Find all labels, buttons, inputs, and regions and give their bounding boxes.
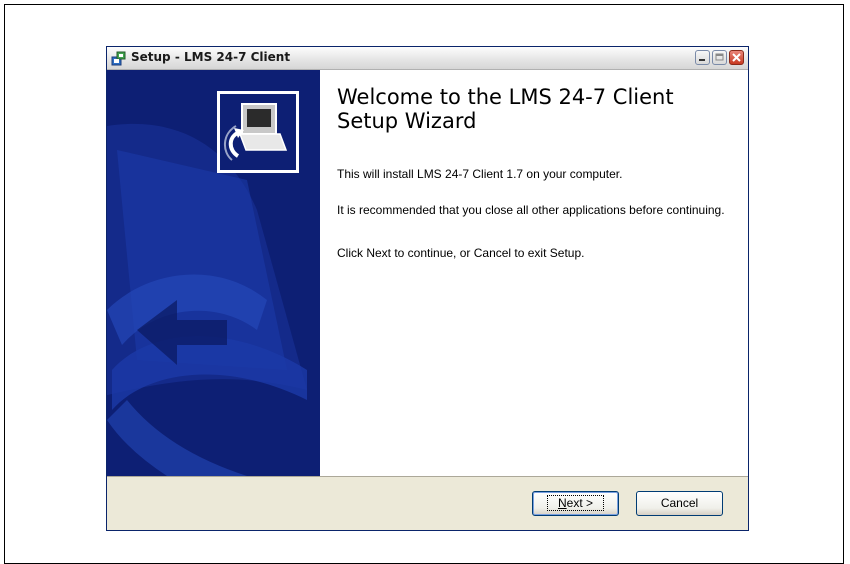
welcome-heading: Welcome to the LMS 24-7 Client Setup Wiz… xyxy=(337,85,674,133)
computer-install-icon xyxy=(217,91,299,173)
next-button[interactable]: Next > xyxy=(532,491,619,516)
window-title: Setup - LMS 24-7 Client xyxy=(131,50,291,64)
setup-wizard-window: Setup - LMS 24-7 Client Welcome to the L… xyxy=(106,46,749,531)
close-button[interactable] xyxy=(729,50,744,65)
minimize-button[interactable] xyxy=(695,50,710,65)
wizard-sidebar-image xyxy=(107,70,320,476)
install-description: This will install LMS 24-7 Client 1.7 on… xyxy=(337,167,623,181)
wizard-content-panel: Welcome to the LMS 24-7 Client Setup Wiz… xyxy=(320,70,748,476)
next-button-label: Next > xyxy=(546,495,605,511)
title-bar[interactable]: Setup - LMS 24-7 Client xyxy=(107,47,748,70)
wizard-button-bar: Next > Cancel xyxy=(107,476,748,531)
setup-installer-icon xyxy=(111,50,127,66)
maximize-button[interactable] xyxy=(712,50,727,65)
close-apps-recommendation: It is recommended that you close all oth… xyxy=(337,203,725,217)
continue-instruction: Click Next to continue, or Cancel to exi… xyxy=(337,246,585,260)
cancel-button[interactable]: Cancel xyxy=(636,491,723,516)
